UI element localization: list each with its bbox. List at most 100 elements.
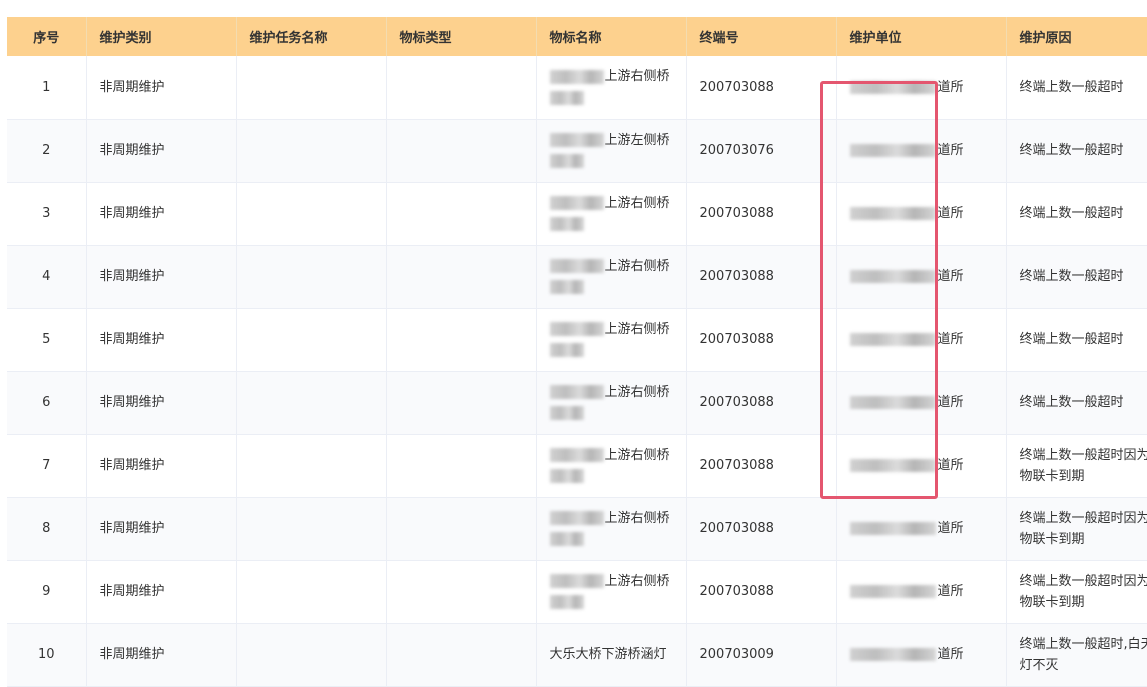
cell-category: 非周期维护 <box>86 371 237 435</box>
table-row[interactable]: 6 非周期维护 上游右侧桥 200703088 道所 终端上数一般超时 <box>7 371 1147 435</box>
target-name-redacted: 上游右侧桥 <box>549 319 680 361</box>
redaction-blur <box>549 511 604 525</box>
redaction-blur <box>849 270 936 283</box>
table-row[interactable]: 3 非周期维护 上游右侧桥 200703088 道所 终端上数一般超时 <box>7 182 1147 246</box>
cell-task-name <box>236 434 387 498</box>
cell-target-name: 大乐大桥下游桥涵灯 <box>536 623 687 687</box>
table-row[interactable]: 4 非周期维护 上游右侧桥 200703088 道所 终端上数一般超时 <box>7 245 1147 309</box>
redaction-blur <box>549 343 584 357</box>
column-header-target-name[interactable]: 物标名称 <box>536 17 687 56</box>
cell-unit: 道所 <box>836 245 1007 309</box>
unit-suffix: 道所 <box>937 521 964 536</box>
table-row[interactable]: 9 非周期维护 上游右侧桥 200703088 道所 终端上数一般超时因为物联卡到期 <box>7 560 1147 624</box>
cell-unit: 道所 <box>836 371 1007 435</box>
cell-unit: 道所 <box>836 119 1007 183</box>
cell-terminal: 200703009 <box>686 623 837 687</box>
target-name-redacted: 上游右侧桥 <box>549 571 680 613</box>
cell-index: 5 <box>7 308 87 372</box>
target-name-suffix: 上游右侧桥 <box>604 258 670 274</box>
redaction-blur <box>549 154 584 168</box>
unit-suffix: 道所 <box>937 458 964 473</box>
cell-target-name: 上游右侧桥 <box>536 371 687 435</box>
cell-unit: 道所 <box>836 182 1007 246</box>
cell-unit: 道所 <box>836 497 1007 561</box>
column-header-target-type[interactable]: 物标类型 <box>386 17 537 56</box>
maintenance-table: 序号 维护类别 维护任务名称 物标类型 物标名称 终端号 维护单位 维护原因 1… <box>7 17 1147 687</box>
column-header-category[interactable]: 维护类别 <box>86 17 237 56</box>
cell-reason: 终端上数一般超时,白天灯不灭 <box>1006 623 1147 687</box>
target-name-redacted: 上游右侧桥 <box>549 256 680 298</box>
cell-reason: 终端上数一般超时 <box>1006 245 1147 309</box>
cell-terminal: 200703088 <box>686 308 837 372</box>
cell-index: 1 <box>7 56 87 120</box>
cell-target-type <box>386 434 537 498</box>
cell-reason: 终端上数一般超时 <box>1006 182 1147 246</box>
cell-target-name: 上游右侧桥 <box>536 182 687 246</box>
cell-target-name: 上游右侧桥 <box>536 308 687 372</box>
redaction-blur <box>849 207 936 220</box>
target-name-suffix: 上游右侧桥 <box>604 321 670 337</box>
target-name-suffix: 上游右侧桥 <box>604 195 670 211</box>
cell-task-name <box>236 308 387 372</box>
cell-target-name: 上游右侧桥 <box>536 245 687 309</box>
redaction-blur <box>549 90 584 105</box>
target-name-redacted: 上游右侧桥 <box>549 193 680 235</box>
cell-target-type <box>386 308 537 372</box>
cell-target-type <box>386 119 537 183</box>
redaction-blur <box>549 280 584 294</box>
table-row[interactable]: 7 非周期维护 上游右侧桥 200703088 道所 终端上数一般超时因为物联卡到期 <box>7 434 1147 498</box>
cell-reason: 终端上数一般超时 <box>1006 371 1147 435</box>
target-name-redacted: 上游左侧桥 <box>549 130 680 172</box>
cell-terminal: 200703088 <box>686 245 837 309</box>
cell-category: 非周期维护 <box>86 623 237 687</box>
target-name-redacted: 上游右侧桥 <box>549 508 680 550</box>
redaction-blur <box>849 144 936 157</box>
cell-index: 3 <box>7 182 87 246</box>
cell-target-name: 上游右侧桥 <box>536 434 687 498</box>
unit-suffix: 道所 <box>937 332 964 347</box>
unit-suffix: 道所 <box>937 79 964 95</box>
unit-suffix: 道所 <box>937 584 964 599</box>
column-header-index[interactable]: 序号 <box>7 17 87 56</box>
column-header-task-name[interactable]: 维护任务名称 <box>236 17 387 56</box>
table-row[interactable]: 2 非周期维护 上游左侧桥 200703076 道所 终端上数一般超时 <box>7 119 1147 183</box>
redaction-blur <box>549 217 584 231</box>
table-row[interactable]: 1 非周期维护 上游右侧桥 200703088 道所 终端上数一般超时 <box>7 56 1147 120</box>
target-name-redacted: 上游右侧桥 <box>549 445 680 487</box>
redaction-blur <box>549 322 604 336</box>
cell-target-name: 上游右侧桥 <box>536 56 687 120</box>
redaction-blur <box>549 595 584 609</box>
cell-category: 非周期维护 <box>86 560 237 624</box>
cell-unit: 道所 <box>836 56 1007 120</box>
target-name-suffix: 上游右侧桥 <box>604 573 670 589</box>
cell-reason: 终端上数一般超时 <box>1006 308 1147 372</box>
cell-task-name <box>236 119 387 183</box>
redaction-blur <box>549 385 604 399</box>
redaction-blur <box>849 80 936 94</box>
cell-reason: 终端上数一般超时因为物联卡到期 <box>1006 560 1147 624</box>
cell-index: 9 <box>7 560 87 624</box>
target-name-redacted: 上游右侧桥 <box>549 382 680 424</box>
column-header-reason[interactable]: 维护原因 <box>1006 17 1147 56</box>
unit-suffix: 道所 <box>937 206 964 221</box>
cell-terminal: 200703088 <box>686 56 837 120</box>
cell-index: 10 <box>7 623 87 687</box>
cell-index: 6 <box>7 371 87 435</box>
cell-terminal: 200703088 <box>686 371 837 435</box>
cell-task-name <box>236 560 387 624</box>
target-name-suffix: 上游右侧桥 <box>604 447 670 463</box>
column-header-unit[interactable]: 维护单位 <box>836 17 1007 56</box>
cell-unit: 道所 <box>836 560 1007 624</box>
cell-terminal: 200703088 <box>686 182 837 246</box>
cell-unit: 道所 <box>836 623 1007 687</box>
cell-target-type <box>386 56 537 120</box>
table-row[interactable]: 5 非周期维护 上游右侧桥 200703088 道所 终端上数一般超时 <box>7 308 1147 372</box>
column-header-terminal[interactable]: 终端号 <box>686 17 837 56</box>
cell-category: 非周期维护 <box>86 119 237 183</box>
table-row[interactable]: 10 非周期维护 大乐大桥下游桥涵灯 200703009 道所 终端上数一般超时,白天灯不… <box>7 623 1147 687</box>
cell-index: 8 <box>7 497 87 561</box>
cell-reason: 终端上数一般超时因为物联卡到期 <box>1006 434 1147 498</box>
cell-task-name <box>236 497 387 561</box>
target-name-suffix: 上游右侧桥 <box>604 384 670 400</box>
table-row[interactable]: 8 非周期维护 上游右侧桥 200703088 道所 终端上数一般超时因为物联卡到期 <box>7 497 1147 561</box>
